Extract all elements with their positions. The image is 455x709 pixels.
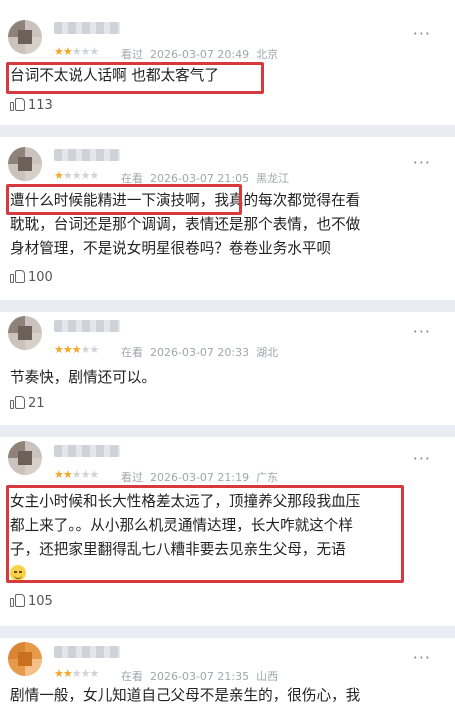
more-options-icon[interactable]: ··· bbox=[413, 449, 431, 468]
watch-status: 看过 bbox=[121, 48, 143, 61]
highlight-box bbox=[6, 485, 404, 583]
username-blurred[interactable] bbox=[54, 445, 120, 457]
like-button[interactable]: 100 bbox=[10, 269, 53, 285]
comment-card: ··· ★★★★★ 在看 2026-03-07 21:05 黑龙江 遭什么时候能精进… bbox=[0, 137, 455, 300]
comment-line: 身材管理，不是说女明星很卷吗？卷卷业务水平呗 bbox=[10, 240, 332, 257]
more-options-icon[interactable]: ··· bbox=[413, 648, 431, 667]
thumbs-up-icon bbox=[10, 395, 25, 409]
comment-meta: 看过 2026-03-07 20:49 北京 bbox=[121, 46, 285, 62]
more-options-icon[interactable]: ··· bbox=[413, 153, 431, 172]
more-options-icon[interactable]: ··· bbox=[413, 322, 431, 341]
location: 湖北 bbox=[256, 346, 279, 359]
like-button[interactable]: 105 bbox=[10, 593, 53, 609]
comment-line: 耽耽，台词还是那个调调，表情还是那个表情，也不做 bbox=[10, 216, 361, 233]
comment-card: ··· ★★★★★ 看过 2026-03-07 20:49 北京 台词不太说人话啊 … bbox=[0, 0, 455, 125]
timestamp: 2026-03-07 21:35 bbox=[150, 670, 250, 683]
like-button[interactable]: 21 bbox=[10, 395, 45, 411]
thumbs-up-icon bbox=[10, 97, 25, 111]
comment-meta: 在看 2026-03-07 20:33 湖北 bbox=[121, 344, 285, 360]
location: 北京 bbox=[256, 48, 279, 61]
avatar[interactable] bbox=[8, 316, 42, 350]
avatar[interactable] bbox=[8, 20, 42, 54]
like-count: 105 bbox=[28, 594, 53, 609]
comment-feed: ··· ★★★★★ 看过 2026-03-07 20:49 北京 台词不太说人话啊 … bbox=[0, 0, 455, 709]
divider bbox=[0, 626, 455, 638]
rating-stars: ★★★★★ bbox=[54, 343, 99, 356]
timestamp: 2026-03-07 21:19 bbox=[150, 471, 250, 484]
avatar[interactable] bbox=[8, 642, 42, 676]
comment-card: ··· ★★★★★ 在看 2026-03-07 21:35 山西 剧情一般，女儿知道… bbox=[0, 638, 455, 709]
divider bbox=[0, 300, 455, 312]
username-blurred[interactable] bbox=[54, 646, 120, 658]
highlight-box bbox=[6, 184, 242, 215]
highlight-box bbox=[6, 62, 264, 94]
comment-text: 节奏快，剧情还可以。 bbox=[10, 369, 156, 386]
avatar[interactable] bbox=[8, 147, 42, 181]
like-button[interactable]: 113 bbox=[10, 97, 53, 113]
comment-meta: 在看 2026-03-07 21:35 山西 bbox=[121, 668, 285, 684]
avatar[interactable] bbox=[8, 441, 42, 475]
comment-card: ··· ★★★★★ 看过 2026-03-07 21:19 广东 女主小时候和长大性… bbox=[0, 437, 455, 626]
rating-stars: ★★★★★ bbox=[54, 667, 99, 680]
rating-stars: ★★★★★ bbox=[54, 468, 99, 481]
comment-meta: 看过 2026-03-07 21:19 广东 bbox=[121, 469, 285, 485]
location: 山西 bbox=[256, 670, 279, 683]
rating-stars: ★★★★★ bbox=[54, 45, 99, 58]
thumbs-up-icon bbox=[10, 269, 25, 283]
watch-status: 在看 bbox=[121, 346, 143, 359]
like-count: 100 bbox=[28, 270, 53, 285]
timestamp: 2026-03-07 20:33 bbox=[150, 346, 250, 359]
comment-text: 剧情一般，女儿知道自己父母不是亲生的，很伤心，我 bbox=[10, 687, 361, 704]
like-count: 21 bbox=[28, 396, 45, 411]
divider bbox=[0, 425, 455, 437]
username-blurred[interactable] bbox=[54, 149, 120, 161]
watch-status: 在看 bbox=[121, 670, 143, 683]
username-blurred[interactable] bbox=[54, 320, 120, 332]
location: 广东 bbox=[256, 471, 279, 484]
rating-stars: ★★★★★ bbox=[54, 169, 99, 182]
thumbs-up-icon bbox=[10, 593, 25, 607]
location: 黑龙江 bbox=[256, 172, 290, 185]
more-options-icon[interactable]: ··· bbox=[413, 24, 431, 43]
like-count: 113 bbox=[28, 98, 53, 113]
comment-card: ··· ★★★★★ 在看 2026-03-07 20:33 湖北 节奏快，剧情还可以… bbox=[0, 312, 455, 425]
timestamp: 2026-03-07 20:49 bbox=[150, 48, 250, 61]
watch-status: 看过 bbox=[121, 471, 143, 484]
divider bbox=[0, 125, 455, 137]
username-blurred[interactable] bbox=[54, 22, 120, 34]
